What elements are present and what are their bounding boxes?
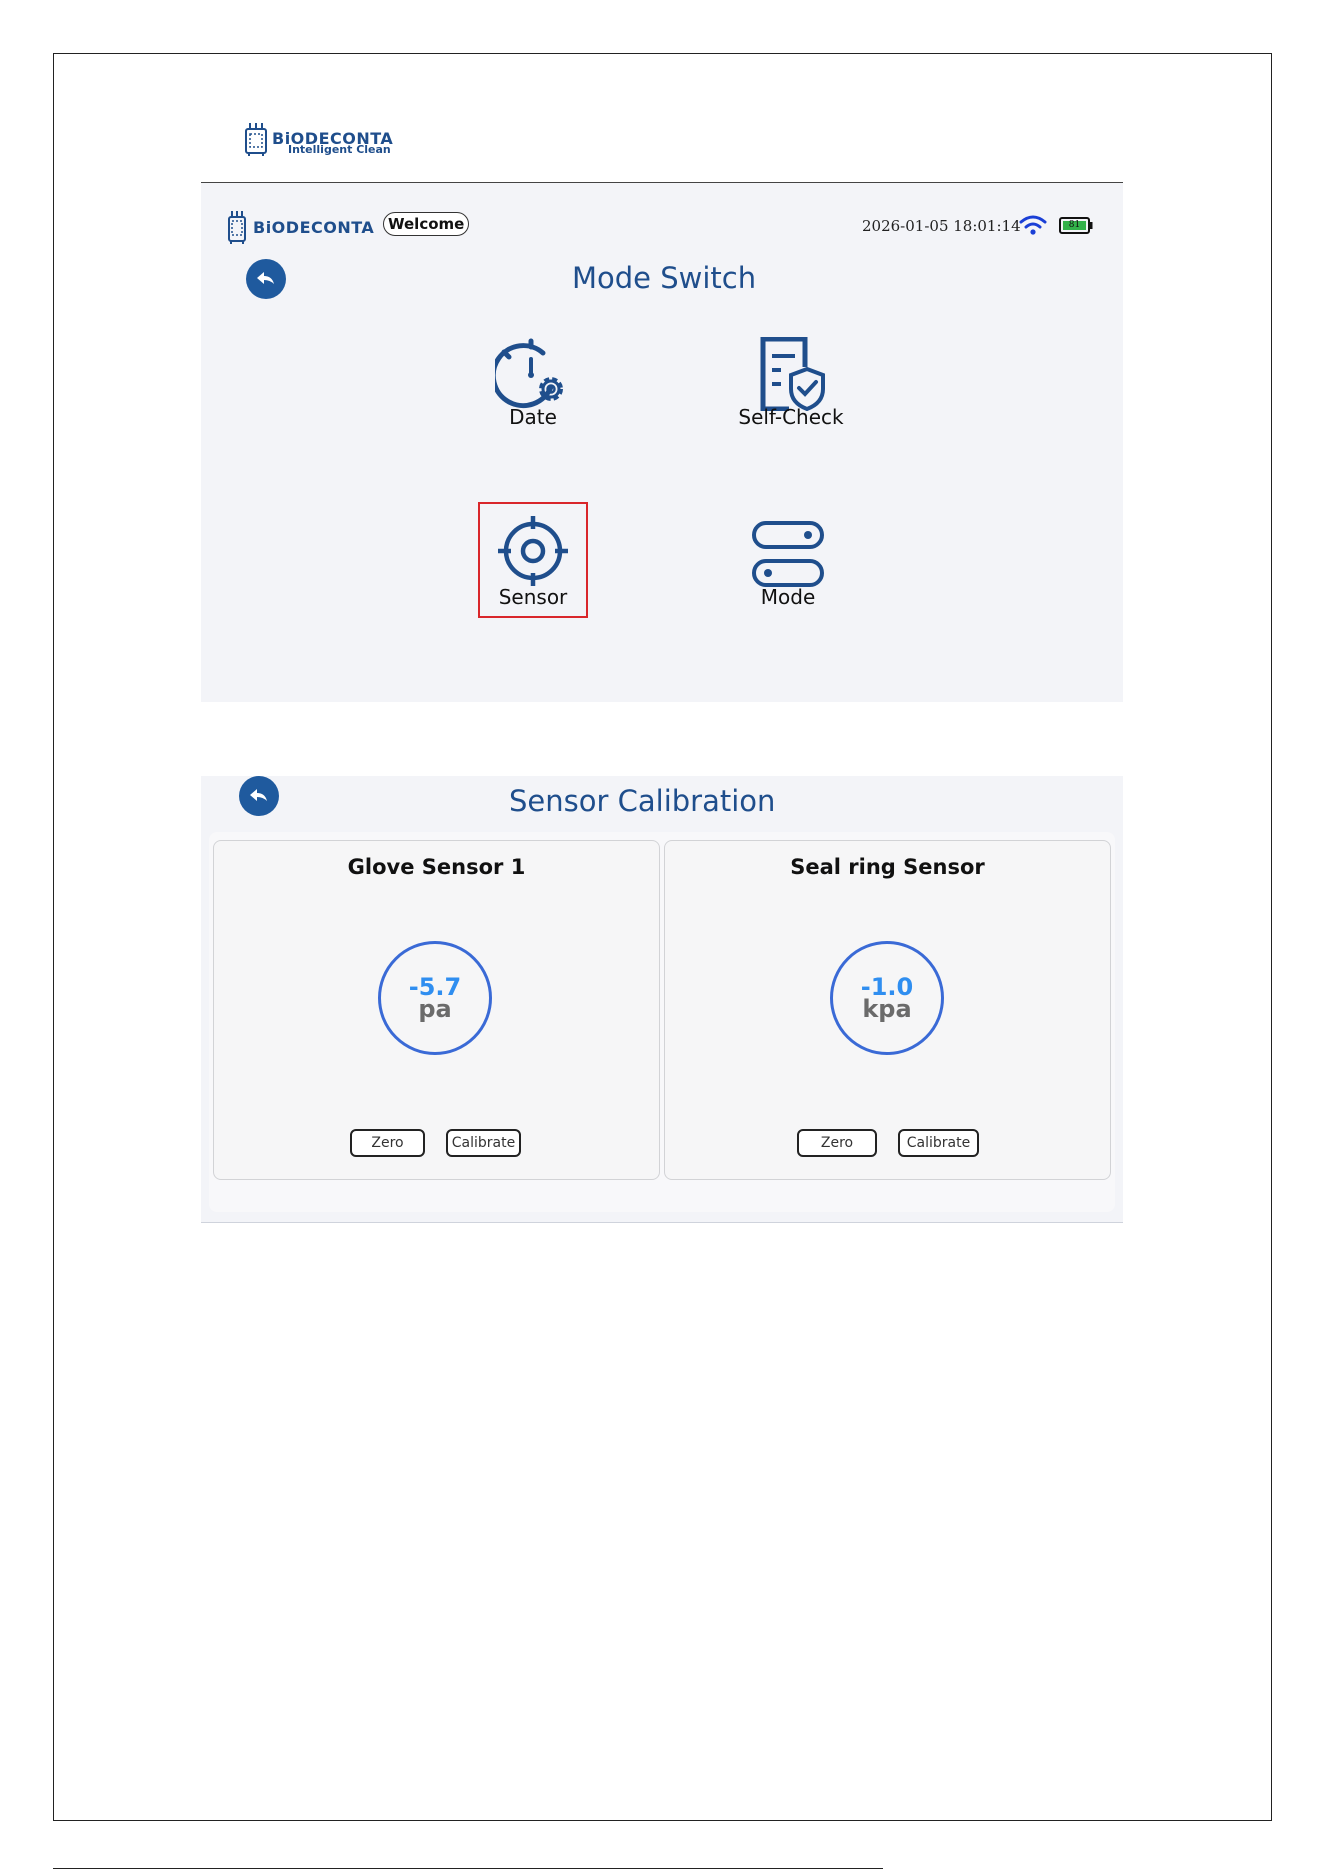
back-button[interactable] [246, 259, 286, 299]
screen-title: Sensor Calibration [509, 784, 776, 818]
sensor-name: Seal ring Sensor [790, 855, 985, 879]
back-arrow-icon [250, 789, 267, 801]
tile-date-label: Date [509, 405, 557, 429]
clock-gear-icon [495, 338, 563, 409]
mode-switch-screen: BiODECONTA Welcome 2026-01-05 18:01:14 8… [201, 182, 1123, 702]
sensor-calibration-screen: Sensor Calibration Glove Sensor 1 -5.7 p… [201, 776, 1123, 1223]
document-logo: BiODECONTA Intelligent Clean [244, 121, 393, 156]
welcome-button[interactable]: Welcome [383, 212, 470, 236]
zero-button[interactable]: Zero [797, 1129, 877, 1157]
back-arrow-icon [257, 272, 274, 284]
machine-icon [228, 211, 246, 244]
tile-self-check[interactable]: Self-Check [731, 337, 851, 429]
sensor-unit: pa [418, 995, 452, 1023]
document-shield-icon [760, 337, 825, 411]
tile-mode[interactable]: Mode [728, 521, 848, 609]
footer-rule [53, 1868, 883, 1869]
highlight-box [478, 502, 588, 618]
sensor-gauge: -5.7 pa [378, 941, 492, 1055]
zero-button[interactable]: Zero [350, 1129, 425, 1157]
sensor-name: Glove Sensor 1 [347, 855, 526, 879]
toggle-switches-icon [752, 521, 824, 587]
battery-level: 81 [1068, 220, 1081, 230]
tile-self-check-label: Self-Check [738, 405, 844, 429]
sensor-panel: Glove Sensor 1 -5.7 pa Zero Calibrate Se… [209, 832, 1115, 1212]
app-brand-name: BiODECONTA [253, 217, 375, 237]
sensor-unit: kpa [862, 995, 912, 1023]
tile-date[interactable]: Date [473, 337, 593, 429]
status-bar: BiODECONTA Welcome 2026-01-05 18:01:14 8… [201, 183, 1123, 245]
sensor-card: Glove Sensor 1 -5.7 pa Zero Calibrate [213, 840, 660, 1180]
calibrate-button[interactable]: Calibrate [446, 1129, 521, 1157]
wifi-icon [1019, 215, 1047, 235]
screen-title: Mode Switch [572, 261, 757, 295]
datetime-display: 2026-01-05 18:01:14 [862, 217, 1021, 235]
document-tagline: Intelligent Clean [288, 143, 391, 156]
back-button[interactable] [239, 776, 279, 816]
sensor-card: Seal ring Sensor -1.0 kpa Zero Calibrate [664, 840, 1111, 1180]
sensor-gauge: -1.0 kpa [830, 941, 944, 1055]
calibrate-button[interactable]: Calibrate [898, 1129, 979, 1157]
app-logo: BiODECONTA [227, 209, 374, 245]
tile-mode-label: Mode [760, 585, 816, 609]
battery-indicator: 81 [1059, 217, 1093, 234]
